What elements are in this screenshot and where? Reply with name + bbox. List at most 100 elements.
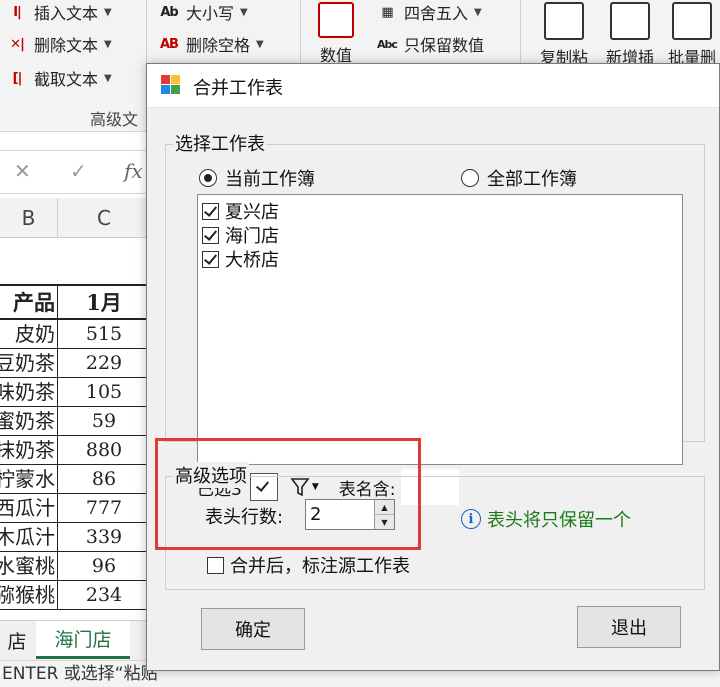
highlight-box bbox=[155, 438, 421, 550]
dialog-titlebar[interactable]: 合并工作表 bbox=[147, 64, 719, 108]
value-cell[interactable]: 96 bbox=[58, 552, 150, 581]
keep-numbers-icon: Abc bbox=[377, 37, 398, 51]
header-rows-label: 表头行数: bbox=[205, 507, 284, 528]
batch-delete-button[interactable]: 批量删 bbox=[668, 2, 716, 68]
table-row: 猕猴桃 234 bbox=[0, 581, 150, 610]
table-row: 柠蒙水 86 bbox=[0, 465, 150, 494]
delete-spaces-icon: AB bbox=[160, 36, 179, 52]
table-row: 皮奶 515 bbox=[0, 320, 150, 349]
mark-source-checkbox[interactable]: 合并后，标注源工作表 bbox=[207, 552, 410, 578]
list-item[interactable]: 海门店 bbox=[202, 222, 279, 248]
batch-delete-icon bbox=[672, 2, 712, 40]
value-cell[interactable]: 234 bbox=[58, 581, 150, 610]
insert-text-icon: I| bbox=[13, 4, 22, 20]
radio-all-workbooks[interactable]: 全部工作簿 bbox=[461, 165, 577, 191]
info-icon: i bbox=[461, 509, 481, 529]
sheet-checkbox[interactable] bbox=[202, 202, 219, 220]
case-icon: Ab bbox=[160, 4, 178, 20]
table-row: 木瓜汁 339 bbox=[0, 523, 150, 552]
table-row: 味奶茶 105 bbox=[0, 378, 150, 407]
radio-indicator bbox=[461, 169, 479, 187]
product-cell[interactable]: 水蜜桃 bbox=[0, 552, 58, 581]
info-message: i 表头将只保留一个 bbox=[461, 506, 631, 532]
table-header-row: 产品 1月 bbox=[0, 284, 150, 320]
ribbon-group-label: 高级文 bbox=[90, 110, 139, 129]
round-button[interactable]: ▦ 四舍五入 ▼ bbox=[374, 0, 482, 24]
radio-current-workbook[interactable]: 当前工作簿 bbox=[199, 165, 315, 191]
new-insert-icon bbox=[610, 2, 650, 40]
product-cell[interactable]: 木瓜汁 bbox=[0, 523, 58, 552]
sheet-checkbox[interactable] bbox=[202, 250, 219, 268]
checkbox-indicator bbox=[207, 556, 224, 574]
value-cell[interactable]: 515 bbox=[58, 320, 150, 349]
product-cell[interactable]: 味奶茶 bbox=[0, 378, 58, 407]
number-button[interactable]: 数值 bbox=[318, 2, 354, 66]
header-rows-stepper[interactable]: 2 ▲ ▼ bbox=[305, 499, 395, 530]
delete-text-icon: ✕| bbox=[10, 36, 25, 52]
value-cell[interactable]: 229 bbox=[58, 349, 150, 378]
exit-button[interactable]: 退出 bbox=[577, 606, 681, 648]
column-header-c[interactable]: C bbox=[58, 198, 150, 238]
confirm-icon[interactable]: ✓ bbox=[70, 159, 87, 183]
table-row: 抹奶茶 880 bbox=[0, 436, 150, 465]
table-row: 豆奶茶 229 bbox=[0, 349, 150, 378]
chevron-down-icon: ▼ bbox=[104, 72, 112, 84]
cancel-icon[interactable]: ✕ bbox=[14, 159, 31, 183]
header-rows-value[interactable]: 2 bbox=[306, 500, 374, 529]
sheet-tab[interactable]: 店 bbox=[0, 621, 34, 659]
sheet-tabs: 店 海门店 bbox=[0, 620, 150, 660]
insert-text-button[interactable]: I| 插入文本 ▼ bbox=[4, 0, 112, 24]
product-cell[interactable]: 蜜奶茶 bbox=[0, 407, 58, 436]
fx-icon[interactable]: fx bbox=[124, 159, 143, 183]
extract-text-icon: [| bbox=[12, 70, 23, 86]
formula-bar: ✕ ✓ fx bbox=[0, 150, 150, 194]
sheet-checkbox[interactable] bbox=[202, 226, 219, 244]
dialog-title: 合并工作表 bbox=[193, 78, 283, 99]
ok-button[interactable]: 确定 bbox=[201, 608, 305, 650]
case-button[interactable]: Ab 大小写 ▼ bbox=[156, 0, 248, 24]
stepper-down-icon[interactable]: ▼ bbox=[375, 515, 394, 529]
extract-text-button[interactable]: [| 截取文本 ▼ bbox=[4, 66, 112, 90]
sheet-tab-active[interactable]: 海门店 bbox=[36, 621, 130, 659]
new-insert-button[interactable]: 新增插 bbox=[606, 2, 654, 68]
list-item[interactable]: 夏兴店 bbox=[202, 198, 279, 224]
radio-indicator bbox=[199, 169, 217, 187]
value-cell[interactable]: 86 bbox=[58, 465, 150, 494]
column-header-b[interactable]: B bbox=[0, 198, 58, 238]
blank-row[interactable] bbox=[0, 238, 150, 284]
chevron-down-icon: ▼ bbox=[104, 38, 112, 50]
product-cell[interactable]: 柠蒙水 bbox=[0, 465, 58, 494]
round-icon: ▦ bbox=[381, 4, 393, 20]
keep-numbers-button[interactable]: Abc 只保留数值 bbox=[374, 32, 484, 56]
header-cell-jan[interactable]: 1月 bbox=[58, 286, 150, 320]
copy-paste-button[interactable]: 复制粘 bbox=[540, 2, 588, 68]
number-icon bbox=[318, 2, 354, 38]
product-cell[interactable]: 猕猴桃 bbox=[0, 581, 58, 610]
value-cell[interactable]: 105 bbox=[58, 378, 150, 407]
list-item[interactable]: 大桥店 bbox=[202, 246, 279, 272]
value-cell[interactable]: 339 bbox=[58, 523, 150, 552]
select-sheets-legend: 选择工作表 bbox=[173, 130, 267, 156]
chevron-down-icon: ▼ bbox=[474, 6, 482, 18]
sheet-list[interactable]: 夏兴店 海门店 大桥店 bbox=[197, 194, 683, 465]
delete-spaces-button[interactable]: AB 删除空格 ▼ bbox=[156, 32, 264, 56]
table-row: 西瓜汁 777 bbox=[0, 494, 150, 523]
app-icon bbox=[161, 75, 181, 95]
merge-sheets-dialog: 合并工作表 选择工作表 当前工作簿 全部工作簿 夏兴店 海门店 大桥店 已选3 bbox=[146, 63, 720, 671]
product-cell[interactable]: 西瓜汁 bbox=[0, 494, 58, 523]
product-cell[interactable]: 皮奶 bbox=[0, 320, 58, 349]
stepper-up-icon[interactable]: ▲ bbox=[375, 500, 394, 515]
stepper-buttons: ▲ ▼ bbox=[374, 500, 394, 529]
value-cell[interactable]: 880 bbox=[58, 436, 150, 465]
copy-paste-icon bbox=[544, 2, 584, 40]
chevron-down-icon: ▼ bbox=[256, 38, 264, 50]
delete-text-button[interactable]: ✕| 删除文本 ▼ bbox=[4, 32, 112, 56]
table-row: 水蜜桃 96 bbox=[0, 552, 150, 581]
chevron-down-icon: ▼ bbox=[240, 6, 248, 18]
value-cell[interactable]: 777 bbox=[58, 494, 150, 523]
product-cell[interactable]: 豆奶茶 bbox=[0, 349, 58, 378]
header-cell-product[interactable]: 产品 bbox=[0, 286, 58, 320]
product-cell[interactable]: 抹奶茶 bbox=[0, 436, 58, 465]
value-cell[interactable]: 59 bbox=[58, 407, 150, 436]
table-row: 蜜奶茶 59 bbox=[0, 407, 150, 436]
